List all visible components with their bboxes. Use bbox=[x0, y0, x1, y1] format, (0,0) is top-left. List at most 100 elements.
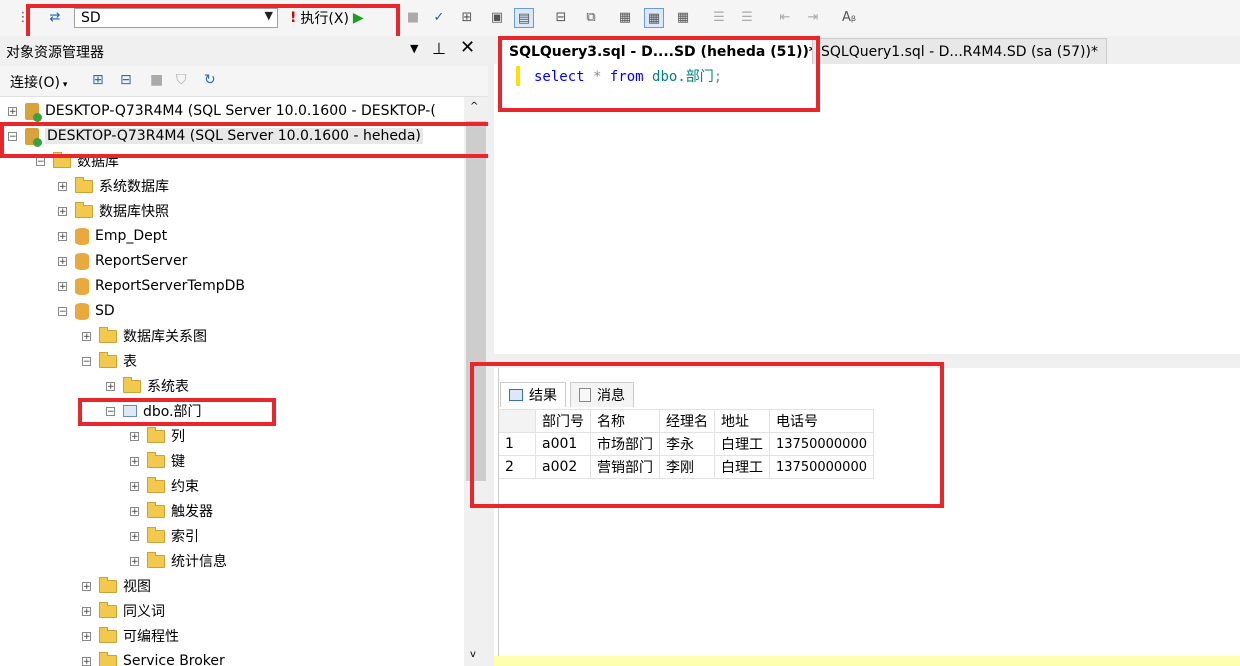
close-icon[interactable]: ✕ bbox=[460, 37, 475, 58]
scroll-down-icon[interactable]: v bbox=[470, 649, 476, 660]
corner-cell[interactable] bbox=[498, 409, 536, 433]
expand-icon[interactable]: + bbox=[82, 656, 91, 666]
tree-node[interactable]: + 列 bbox=[130, 424, 185, 448]
dropdown-icon[interactable]: ▼ bbox=[410, 42, 418, 55]
query-editor[interactable]: select * from dbo.部门; bbox=[494, 64, 1240, 354]
grid-cell[interactable]: a001 bbox=[535, 432, 591, 456]
expand-icon[interactable]: + bbox=[106, 381, 115, 391]
connect-button[interactable]: 连接(O) ▾ bbox=[10, 72, 67, 92]
column-header[interactable]: 经理名 bbox=[659, 409, 715, 433]
collapse-icon[interactable]: − bbox=[82, 356, 91, 366]
column-header[interactable]: 名称 bbox=[590, 409, 660, 433]
tab-results[interactable]: 结果 bbox=[500, 382, 566, 407]
connect-icon[interactable]: ⊞ bbox=[92, 72, 104, 88]
tree-node[interactable]: + Emp_Dept bbox=[58, 224, 167, 248]
expand-icon[interactable]: + bbox=[82, 331, 91, 341]
collapse-icon[interactable]: − bbox=[36, 156, 45, 166]
expand-icon[interactable]: + bbox=[130, 506, 139, 516]
tree-node[interactable]: + 索引 bbox=[130, 524, 199, 548]
editor-hscrollbar[interactable] bbox=[494, 354, 1240, 368]
tree-node[interactable]: + ReportServer bbox=[58, 249, 187, 273]
expand-icon[interactable]: + bbox=[130, 481, 139, 491]
collapse-icon[interactable]: − bbox=[106, 406, 115, 416]
tree-node[interactable]: + 键 bbox=[130, 449, 185, 473]
expand-icon[interactable]: + bbox=[82, 631, 91, 641]
grid-cell[interactable]: 李刚 bbox=[659, 455, 715, 479]
stop-icon[interactable]: ■ bbox=[404, 8, 422, 26]
disconnect-icon[interactable]: ⊟ bbox=[120, 72, 132, 88]
decrease-indent-icon[interactable]: ⇤ bbox=[776, 8, 794, 26]
parse-check-icon[interactable]: ✓ bbox=[430, 8, 448, 26]
tree-node[interactable]: + 系统表 bbox=[106, 374, 189, 398]
results-grid-icon[interactable]: ▦ bbox=[644, 8, 664, 28]
include-plan-icon[interactable]: ⊟ bbox=[552, 8, 570, 26]
client-stats-icon[interactable]: ⧉ bbox=[582, 8, 600, 26]
tree-node[interactable]: − DESKTOP-Q73R4M4 (SQL Server 10.0.1600 -… bbox=[8, 124, 423, 148]
tree-node[interactable]: + 同义词 bbox=[82, 599, 165, 623]
tree-scrollbar[interactable]: ^ v bbox=[464, 97, 488, 666]
tree-node[interactable]: + 统计信息 bbox=[130, 549, 227, 573]
tree-node[interactable]: − SD bbox=[58, 299, 115, 323]
grid-cell[interactable]: 白理工 bbox=[714, 455, 770, 479]
expand-icon[interactable]: + bbox=[58, 256, 67, 266]
tree-node[interactable]: − dbo.部门 bbox=[106, 399, 202, 423]
scroll-up-icon[interactable]: ^ bbox=[470, 101, 478, 112]
grid-cell[interactable]: 13750000000 bbox=[769, 455, 874, 479]
uncomment-icon[interactable]: ☰ bbox=[738, 8, 756, 26]
increase-indent-icon[interactable]: ⇥ bbox=[804, 8, 822, 26]
tree-node[interactable]: + Service Broker bbox=[82, 649, 225, 666]
code-line-1[interactable]: select * from dbo.部门; bbox=[534, 66, 722, 86]
template-params-icon[interactable]: Aᵦ bbox=[840, 8, 858, 26]
query-designer-icon[interactable]: ▣ bbox=[488, 8, 506, 26]
stop-icon[interactable]: ■ bbox=[150, 72, 163, 88]
collapse-icon[interactable]: − bbox=[58, 306, 67, 316]
tree-node[interactable]: + 数据库关系图 bbox=[82, 324, 207, 348]
tree-node[interactable]: + DESKTOP-Q73R4M4 (SQL Server 10.0.1600 -… bbox=[8, 99, 436, 123]
expand-icon[interactable]: + bbox=[130, 531, 139, 541]
grid-cell[interactable]: 李永 bbox=[659, 432, 715, 456]
tree-node[interactable]: + 视图 bbox=[82, 574, 151, 598]
expand-icon[interactable]: + bbox=[58, 206, 67, 216]
column-header[interactable]: 地址 bbox=[714, 409, 770, 433]
tab-sqlquery3[interactable]: SQLQuery3.sql - D....SD (heheda (51))* bbox=[500, 38, 826, 65]
filter-icon[interactable]: ⛉ bbox=[176, 72, 187, 88]
execute-button[interactable]: ! 执行(X) ▶ bbox=[290, 8, 364, 28]
comment-icon[interactable]: ☰ bbox=[710, 8, 728, 26]
expand-icon[interactable]: + bbox=[58, 231, 67, 241]
grid-cell[interactable]: 营销部门 bbox=[590, 455, 660, 479]
tree-node[interactable]: − 表 bbox=[82, 349, 137, 373]
expand-icon[interactable]: + bbox=[58, 181, 67, 191]
row-number[interactable]: 2 bbox=[498, 455, 536, 479]
scrollbar-thumb[interactable] bbox=[466, 121, 486, 481]
display-plan-icon[interactable]: ⊞ bbox=[458, 8, 476, 26]
tree-node[interactable]: + 数据库快照 bbox=[58, 199, 169, 223]
tab-messages[interactable]: 消息 bbox=[570, 382, 634, 407]
grid-cell[interactable]: a002 bbox=[535, 455, 591, 479]
results-to-text-icon[interactable]: ▦ bbox=[616, 8, 634, 26]
tree-node[interactable]: + 触发器 bbox=[130, 499, 213, 523]
grid-cell[interactable]: 市场部门 bbox=[590, 432, 660, 456]
tree-node[interactable]: + ReportServerTempDB bbox=[58, 274, 245, 298]
expand-icon[interactable]: + bbox=[82, 606, 91, 616]
expand-icon[interactable]: + bbox=[130, 431, 139, 441]
tab-sqlquery1[interactable]: SQLQuery1.sql - D...R4M4.SD (sa (57))* bbox=[812, 38, 1107, 65]
change-connection-icon[interactable]: ⇄ bbox=[46, 8, 64, 26]
tree-node[interactable]: − 数据库 bbox=[36, 149, 119, 173]
grid-cell[interactable]: 白理工 bbox=[714, 432, 770, 456]
expand-icon[interactable]: + bbox=[82, 581, 91, 591]
expand-icon[interactable]: + bbox=[130, 456, 139, 466]
results-to-grid-icon[interactable]: ▤ bbox=[514, 8, 534, 28]
grid-cell[interactable]: 13750000000 bbox=[769, 432, 874, 456]
database-select[interactable]: SD ▼ bbox=[74, 8, 278, 28]
column-header[interactable]: 电话号 bbox=[769, 409, 874, 433]
expand-icon[interactable]: + bbox=[8, 106, 17, 116]
expand-icon[interactable]: + bbox=[130, 556, 139, 566]
refresh-icon[interactable]: ↻ bbox=[204, 72, 216, 88]
collapse-icon[interactable]: − bbox=[8, 131, 17, 141]
column-header[interactable]: 部门号 bbox=[535, 409, 591, 433]
results-file-icon[interactable]: ▦ bbox=[674, 8, 692, 26]
tree-node[interactable]: + 可编程性 bbox=[82, 624, 179, 648]
pin-icon[interactable]: ⊥ bbox=[432, 39, 446, 58]
tree-node[interactable]: + 系统数据库 bbox=[58, 174, 169, 198]
tree-node[interactable]: + 约束 bbox=[130, 474, 199, 498]
